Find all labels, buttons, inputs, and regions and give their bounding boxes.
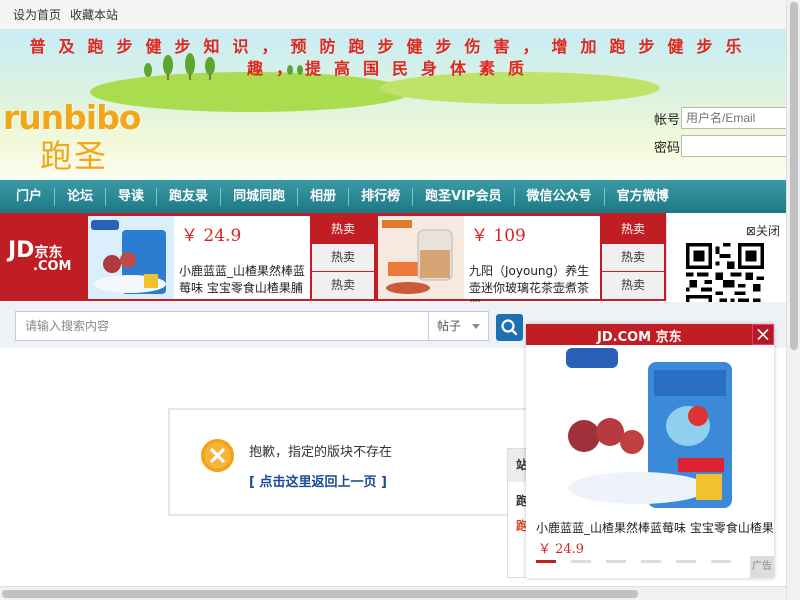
hot-column-2: 热卖 热卖 热卖 (602, 216, 664, 300)
vertical-scrollbar[interactable] (786, 0, 800, 600)
account-input[interactable] (681, 107, 786, 129)
product-2-price: ￥ 109 (471, 226, 526, 246)
jd-product-1[interactable]: ￥ 24.9 小鹿蓝蓝_山楂果然棒蓝莓味 宝宝零食山楂果脯 (88, 216, 310, 299)
float-ad-price: ￥ 24.9 (538, 542, 585, 557)
product-2-image (378, 216, 464, 299)
carousel-dot[interactable] (676, 560, 696, 563)
search-type-value: 帖子 (437, 319, 462, 333)
carousel-dot[interactable] (711, 560, 731, 563)
hot-tab[interactable]: 热卖 (602, 244, 664, 271)
top-bar: 设为首页 收藏本站 (0, 0, 786, 30)
logo-chinese[interactable]: 跑圣 (40, 131, 108, 177)
product-1-price: ￥ 24.9 (181, 226, 242, 246)
product-1-title[interactable]: 小鹿蓝蓝_山楂果然棒蓝莓味 宝宝零食山楂果脯 (179, 263, 307, 297)
float-ad-close-button[interactable] (752, 324, 774, 345)
hot-tab[interactable]: 热卖 (602, 272, 664, 299)
set-homepage-link[interactable]: 设为首页 (13, 6, 61, 23)
nav-ranking[interactable]: 排行榜 (349, 187, 414, 206)
nav-forum[interactable]: 论坛 (55, 187, 107, 206)
float-ad-product-image (562, 346, 740, 514)
jd-product-2[interactable]: ￥ 109 九阳（Joyoung）养生壶迷你玻璃花茶壶煮茶器 (378, 216, 600, 312)
nav-guide[interactable]: 导读 (106, 187, 158, 206)
password-row: 密码 (654, 135, 786, 157)
ad-tag: 广告 (750, 556, 774, 578)
hot-tab[interactable]: 热卖 (602, 216, 664, 243)
account-row: 帐号 (654, 107, 786, 129)
nav-weibo[interactable]: 官方微博 (605, 188, 681, 206)
nav-portal[interactable]: 门户 (4, 187, 56, 206)
nav-album[interactable]: 相册 (298, 187, 350, 206)
carousel-dot[interactable] (536, 560, 556, 563)
jd-logo: JD京东 .COM (8, 238, 72, 274)
close-box-icon: ⊠ (745, 224, 756, 238)
carousel-dot[interactable] (606, 560, 626, 563)
search-input[interactable]: 请输入搜索内容 (15, 311, 429, 341)
slogan: 普及跑步健步知识，预防跑步健步伤害，增加跑步健步乐趣，提高国民身体素质 (29, 37, 755, 78)
horizontal-scroll-thumb[interactable] (2, 590, 638, 598)
horizontal-scrollbar[interactable] (0, 586, 786, 600)
nav-local-run[interactable]: 同城同跑 (221, 187, 299, 206)
nav-runners[interactable]: 跑友录 (157, 187, 222, 206)
close-icon (757, 328, 769, 341)
carousel-dot[interactable] (641, 560, 661, 563)
jd-ad-banner[interactable]: JD京东 .COM ￥ 24.9 小鹿蓝蓝_山楂果然棒蓝莓味 宝宝零食山楂果脯 … (0, 213, 666, 312)
carousel-dots (536, 560, 746, 563)
float-ad-brand: JD.COM 京东 (597, 330, 682, 345)
search-icon (501, 319, 518, 336)
hot-column-1: 热卖 热卖 热卖 (312, 216, 374, 300)
nav-wechat[interactable]: 微信公众号 (515, 187, 605, 206)
search-type-select[interactable]: 帖子 (429, 311, 489, 341)
password-label: 密码 (654, 140, 681, 156)
site-header: 普及跑步健步知识，预防跑步健步伤害，增加跑步健步乐趣，提高国民身体素质 runb… (0, 30, 786, 180)
bookmark-site-link[interactable]: 收藏本站 (70, 6, 118, 23)
go-back-link[interactable]: [ 点击这里返回上一页 ] (249, 471, 387, 490)
caret-down-icon (472, 324, 480, 329)
nav-vip[interactable]: 跑圣VIP会员 (413, 187, 515, 206)
product-1-image (88, 216, 174, 299)
error-message: 抱歉，指定的版块不存在 (249, 445, 393, 460)
hot-tab[interactable]: 热卖 (312, 244, 374, 271)
main-nav: 门户 论坛 导读 跑友录 同城同跑 相册 排行榜 跑圣VIP会员 微信公众号 官… (0, 180, 786, 213)
account-label: 帐号 (654, 112, 681, 128)
carousel-dot[interactable] (571, 560, 591, 563)
hot-tab[interactable]: 热卖 (312, 216, 374, 243)
floating-jd-ad[interactable]: JD.COM 京东 小鹿蓝蓝_山楂果然棒蓝莓味 宝宝零食山楂果 ￥ 24.9 广… (526, 324, 774, 578)
hot-tab[interactable]: 热卖 (312, 272, 374, 299)
float-ad-title[interactable]: 小鹿蓝蓝_山楂果然棒蓝莓味 宝宝零食山楂果 (536, 519, 774, 536)
error-x-icon (201, 439, 234, 472)
search-button[interactable] (496, 314, 523, 341)
password-input[interactable] (681, 135, 786, 157)
qr-close-button[interactable]: ⊠关闭 (746, 222, 780, 239)
vertical-scroll-thumb[interactable] (790, 2, 798, 350)
